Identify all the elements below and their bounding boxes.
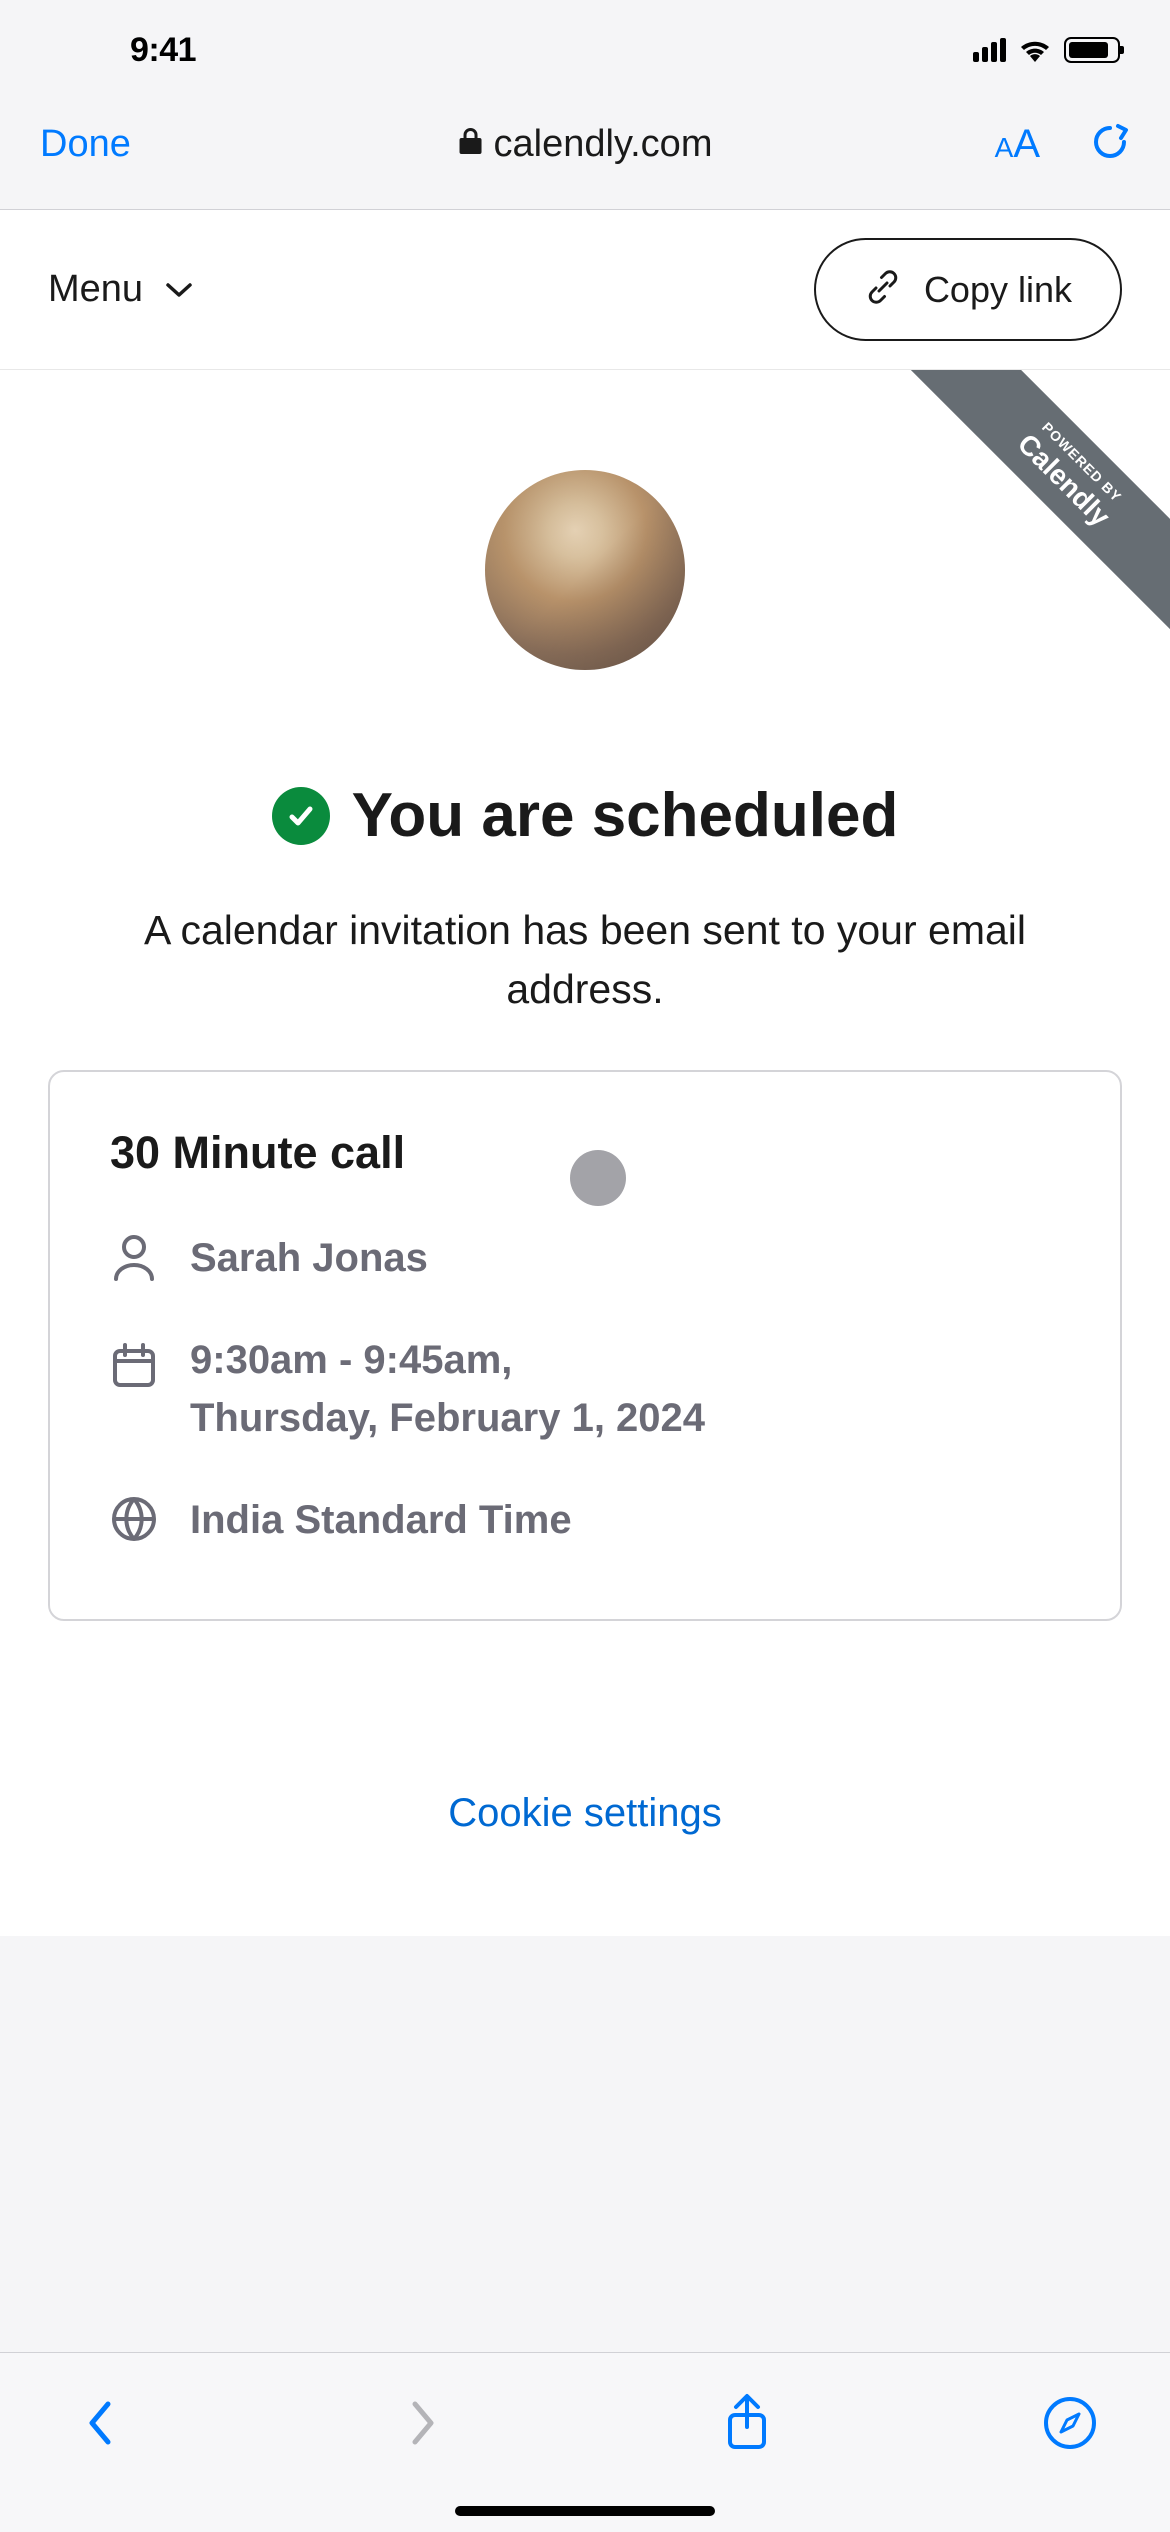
chevron-down-icon [165,281,193,299]
heading-text: You are scheduled [352,780,899,851]
cookie-settings-link[interactable]: Cookie settings [0,1791,1170,1836]
wifi-icon [1018,37,1052,63]
datetime-text: 9:30am - 9:45am, Thursday, February 1, 2… [190,1331,705,1447]
calendar-icon [110,1341,158,1389]
text-size-button[interactable]: AA [995,122,1040,167]
link-icon [864,268,902,311]
globe-icon [110,1495,158,1543]
host-row: Sarah Jonas [110,1229,1060,1287]
forward-button[interactable] [393,2393,453,2453]
home-indicator[interactable] [455,2506,715,2516]
status-bar: 9:41 [0,0,1170,100]
confirmation-subhead: A calendar invitation has been sent to y… [0,901,1170,1020]
cursor-dot-icon [570,1150,626,1206]
page-header: Menu Copy link [0,210,1170,370]
copy-link-button[interactable]: Copy link [814,238,1122,341]
browser-toolbar [0,2352,1170,2532]
person-icon [110,1233,158,1281]
done-button[interactable]: Done [40,123,131,166]
menu-label: Menu [48,268,143,311]
status-time: 9:41 [130,31,196,70]
share-button[interactable] [717,2393,777,2453]
check-circle-icon [272,787,330,845]
status-icons [973,37,1120,63]
browser-chrome: Done calendly.com AA [0,100,1170,210]
cellular-signal-icon [973,38,1006,62]
host-avatar [485,470,685,670]
datetime-row: 9:30am - 9:45am, Thursday, February 1, 2… [110,1331,1060,1447]
battery-icon [1064,37,1120,63]
powered-by-ribbon[interactable]: POWERED BY Calendly [890,370,1170,650]
menu-button[interactable]: Menu [48,268,193,311]
lock-icon [458,126,484,163]
back-button[interactable] [70,2393,130,2453]
refresh-button[interactable] [1090,122,1130,167]
timezone-text: India Standard Time [190,1491,572,1549]
timezone-row: India Standard Time [110,1491,1060,1549]
url-text: calendly.com [494,123,713,166]
safari-button[interactable] [1040,2393,1100,2453]
url-display[interactable]: calendly.com [458,123,713,166]
event-details-card: 30 Minute call Sarah Jonas 9:30a [48,1070,1122,1621]
host-name: Sarah Jonas [190,1229,428,1287]
copy-link-label: Copy link [924,269,1072,311]
content: POWERED BY Calendly You are scheduled A … [0,370,1170,1936]
confirmation-heading: You are scheduled [0,780,1170,851]
